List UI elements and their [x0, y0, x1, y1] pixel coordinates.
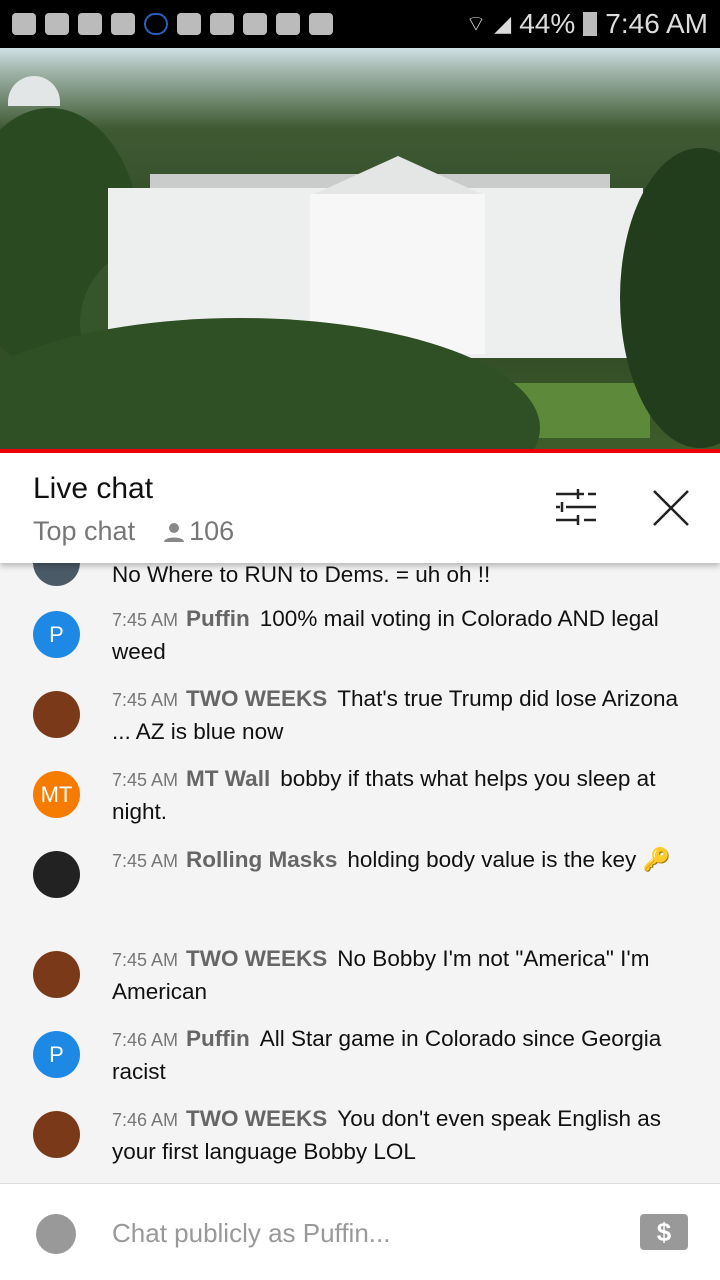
timestamp: 7:45 AM [112, 950, 179, 970]
avatar[interactable] [33, 851, 80, 898]
timestamp: 7:46 AM [112, 1110, 179, 1130]
author-name[interactable]: TWO WEEKS [186, 1106, 327, 1131]
avatar[interactable]: MT [33, 771, 80, 818]
image-icon [243, 13, 267, 35]
author-name[interactable]: Rolling Masks [186, 847, 337, 872]
super-chat-button[interactable]: $ [640, 1214, 688, 1250]
timestamp: 7:46 AM [112, 1030, 179, 1050]
timestamp: 7:45 AM [112, 851, 179, 871]
avatar[interactable]: P [33, 1031, 80, 1078]
message-text: No Where to RUN to Dems. = uh oh !! [112, 563, 491, 587]
memorial-dome [8, 76, 60, 106]
chat-header: Live chat Top chat 106 [0, 453, 720, 563]
person-icon [164, 522, 185, 542]
chat-input[interactable]: Chat publicly as Puffin... [112, 1218, 390, 1249]
youtube-icon [12, 13, 36, 35]
avatar [33, 563, 80, 586]
author-name[interactable]: Puffin [186, 1026, 250, 1051]
battery-percent: 44% [519, 8, 576, 39]
status-bar: ⌔ ◢ 44% 7:46 AM [0, 0, 720, 48]
clock: 7:46 AM [605, 8, 708, 39]
crown-icon [78, 13, 102, 35]
warning-icon [210, 13, 234, 35]
chat-input-bar: Chat publicly as Puffin... $ [0, 1183, 720, 1280]
author-name[interactable]: TWO WEEKS [186, 686, 327, 711]
timestamp: 7:45 AM [112, 690, 179, 710]
folder-icon [177, 13, 201, 35]
cloud-icon [276, 13, 300, 35]
shopping-bag-icon [309, 13, 333, 35]
battery-icon [583, 12, 598, 36]
author-name[interactable]: MT Wall [186, 766, 270, 791]
chat-list[interactable]: No Where to RUN to Dems. = uh oh !! P 7:… [0, 563, 720, 1183]
chat-mode-dropdown[interactable]: Top chat [33, 516, 135, 547]
youtube-icon [45, 13, 69, 35]
m-icon [111, 13, 135, 35]
signal-icon: ◢ [494, 11, 512, 36]
filter-icon[interactable] [556, 489, 596, 525]
avatar[interactable] [33, 1111, 80, 1158]
author-name[interactable]: TWO WEEKS [186, 946, 327, 971]
close-icon[interactable] [652, 489, 690, 527]
video-player[interactable] [0, 48, 720, 450]
avatar[interactable] [33, 691, 80, 738]
viewer-count: 106 [189, 516, 235, 546]
author-name[interactable]: Puffin [186, 606, 250, 631]
timestamp: 7:45 AM [112, 610, 179, 630]
timestamp: 7:45 AM [112, 770, 179, 790]
avatar[interactable] [33, 951, 80, 998]
emoji-icon[interactable] [36, 1214, 76, 1254]
message-text: holding body value is the key 🔑 [347, 847, 671, 872]
chat-title: Live chat [33, 472, 154, 505]
cloud-outline-icon [144, 13, 168, 35]
avatar[interactable]: P [33, 611, 80, 658]
wifi-icon: ⌔ [465, 11, 487, 36]
